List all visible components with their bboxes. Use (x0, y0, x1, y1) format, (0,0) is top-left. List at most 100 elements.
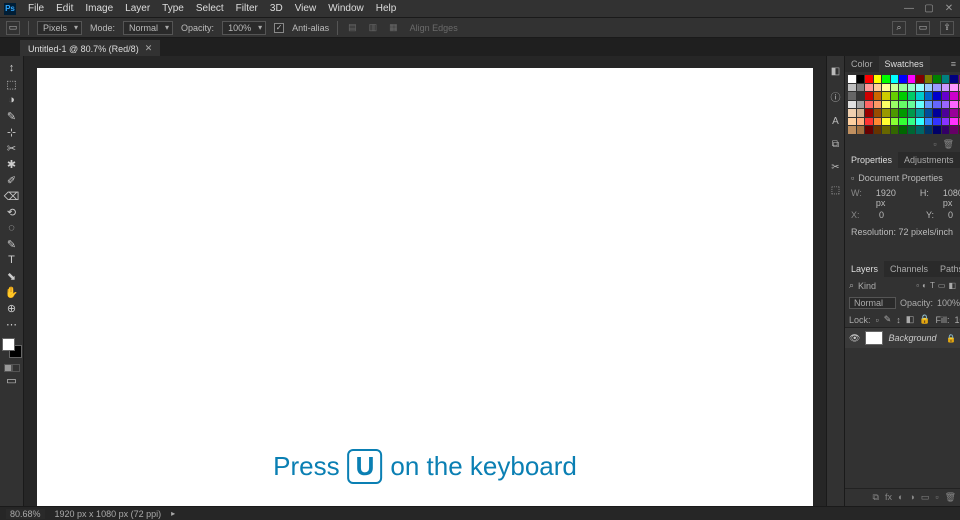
swatch[interactable] (933, 92, 941, 100)
swatch[interactable] (865, 101, 873, 109)
visibility-icon[interactable]: 👁 (849, 333, 860, 344)
swatch[interactable] (865, 126, 873, 134)
workspace-icon[interactable]: ▭ (916, 21, 930, 35)
tab-channels[interactable]: Channels (884, 261, 934, 277)
swatch[interactable] (848, 118, 856, 126)
swatch[interactable] (882, 126, 890, 134)
swatch[interactable] (916, 75, 924, 83)
unit-dropdown[interactable]: Pixels (37, 21, 82, 35)
history-brush-tool[interactable]: ⟲ (2, 204, 22, 220)
fx-icon[interactable]: fx (885, 492, 892, 503)
swatch[interactable] (848, 84, 856, 92)
dock-icon-1[interactable]: ◧ (831, 66, 840, 77)
swatch[interactable] (916, 84, 924, 92)
swatch[interactable] (916, 101, 924, 109)
tab-paths[interactable]: Paths (934, 261, 960, 277)
brush-tool[interactable]: ✐ (2, 172, 22, 188)
menu-view[interactable]: View (289, 3, 323, 14)
eraser-tool[interactable]: ◌ (2, 220, 22, 236)
adjustment-icon[interactable]: ◑ (909, 492, 914, 503)
swatch[interactable] (916, 109, 924, 117)
menu-file[interactable]: File (22, 3, 50, 14)
menu-layer[interactable]: Layer (119, 3, 156, 14)
mode-dropdown[interactable]: Normal (123, 21, 173, 35)
trash-icon[interactable]: 🗑 (943, 139, 954, 150)
swatch[interactable] (857, 101, 865, 109)
swatch[interactable] (891, 75, 899, 83)
swatch[interactable] (848, 126, 856, 134)
swatch[interactable] (848, 92, 856, 100)
close-icon[interactable]: ✕ (145, 43, 153, 54)
wand-tool[interactable]: ✎ (2, 108, 22, 124)
swatch[interactable] (874, 75, 882, 83)
swatch[interactable] (857, 92, 865, 100)
align-right-icon[interactable]: ▦ (387, 22, 400, 33)
swatch[interactable] (925, 118, 933, 126)
tab-swatches[interactable]: Swatches (879, 56, 930, 72)
group-icon[interactable]: ▭ (921, 492, 930, 503)
hand-tool[interactable]: ✋ (2, 284, 22, 300)
share-icon[interactable]: ⇪ (940, 21, 954, 35)
swatch[interactable] (857, 126, 865, 134)
lasso-tool[interactable]: ◑ (2, 92, 22, 108)
zoom-level[interactable]: 80.68% (6, 509, 45, 519)
swatch[interactable] (908, 84, 916, 92)
swatch[interactable] (933, 101, 941, 109)
blend-mode-dropdown[interactable]: Normal (849, 297, 896, 309)
swatch[interactable] (857, 75, 865, 83)
swatch[interactable] (891, 118, 899, 126)
menu-type[interactable]: Type (156, 3, 190, 14)
swatch[interactable] (874, 118, 882, 126)
swatch[interactable] (899, 84, 907, 92)
swatch[interactable] (865, 75, 873, 83)
swatch[interactable] (942, 92, 950, 100)
dock-icon-4[interactable]: ⧉ (832, 139, 839, 150)
swatch[interactable] (933, 126, 941, 134)
swatch[interactable] (933, 84, 941, 92)
swatch[interactable] (865, 118, 873, 126)
dock-icon-3[interactable]: A (832, 116, 839, 127)
swatch[interactable] (891, 92, 899, 100)
swatch[interactable] (865, 84, 873, 92)
opacity-dropdown[interactable]: 100% (222, 21, 266, 35)
path-tool[interactable]: ⬊ (2, 268, 22, 284)
swatch[interactable] (942, 126, 950, 134)
foreground-color-swatch[interactable] (2, 338, 15, 351)
swatch[interactable] (891, 84, 899, 92)
swatch[interactable] (950, 101, 958, 109)
current-tool-icon[interactable]: ▭ (6, 21, 20, 35)
swatch[interactable] (899, 118, 907, 126)
menu-help[interactable]: Help (370, 3, 403, 14)
align-center-icon[interactable]: ▥ (367, 22, 380, 33)
window-close[interactable]: ✕ (944, 3, 954, 14)
swatch[interactable] (899, 126, 907, 134)
swatch[interactable] (874, 101, 882, 109)
swatch[interactable] (916, 118, 924, 126)
antialias-checkbox[interactable]: ✓ (274, 23, 284, 33)
swatch[interactable] (925, 109, 933, 117)
move-tool[interactable]: ↕ (2, 60, 22, 76)
swatch[interactable] (942, 75, 950, 83)
swatch[interactable] (916, 126, 924, 134)
pen-tool[interactable]: ✎ (2, 236, 22, 252)
heal-tool[interactable]: ✱ (2, 156, 22, 172)
menu-select[interactable]: Select (190, 3, 230, 14)
swatch[interactable] (925, 101, 933, 109)
tab-properties[interactable]: Properties (845, 152, 898, 168)
swatch[interactable] (874, 84, 882, 92)
swatch[interactable] (891, 109, 899, 117)
swatch[interactable] (925, 92, 933, 100)
swatch[interactable] (908, 109, 916, 117)
swatch[interactable] (882, 75, 890, 83)
swatch[interactable] (899, 109, 907, 117)
canvas-viewport[interactable]: Press U on the keyboard (24, 56, 826, 506)
swatch[interactable] (857, 109, 865, 117)
dock-icon-5[interactable]: ✂ (831, 162, 839, 173)
swatch[interactable] (882, 92, 890, 100)
trash-icon[interactable]: 🗑 (945, 492, 956, 503)
swatch[interactable] (942, 84, 950, 92)
crop-tool[interactable]: ⊹ (2, 124, 22, 140)
swatch[interactable] (874, 109, 882, 117)
document-tab[interactable]: Untitled-1 @ 80.7% (Red/8) ✕ (20, 40, 160, 56)
mask-icon[interactable]: ◐ (898, 492, 903, 503)
